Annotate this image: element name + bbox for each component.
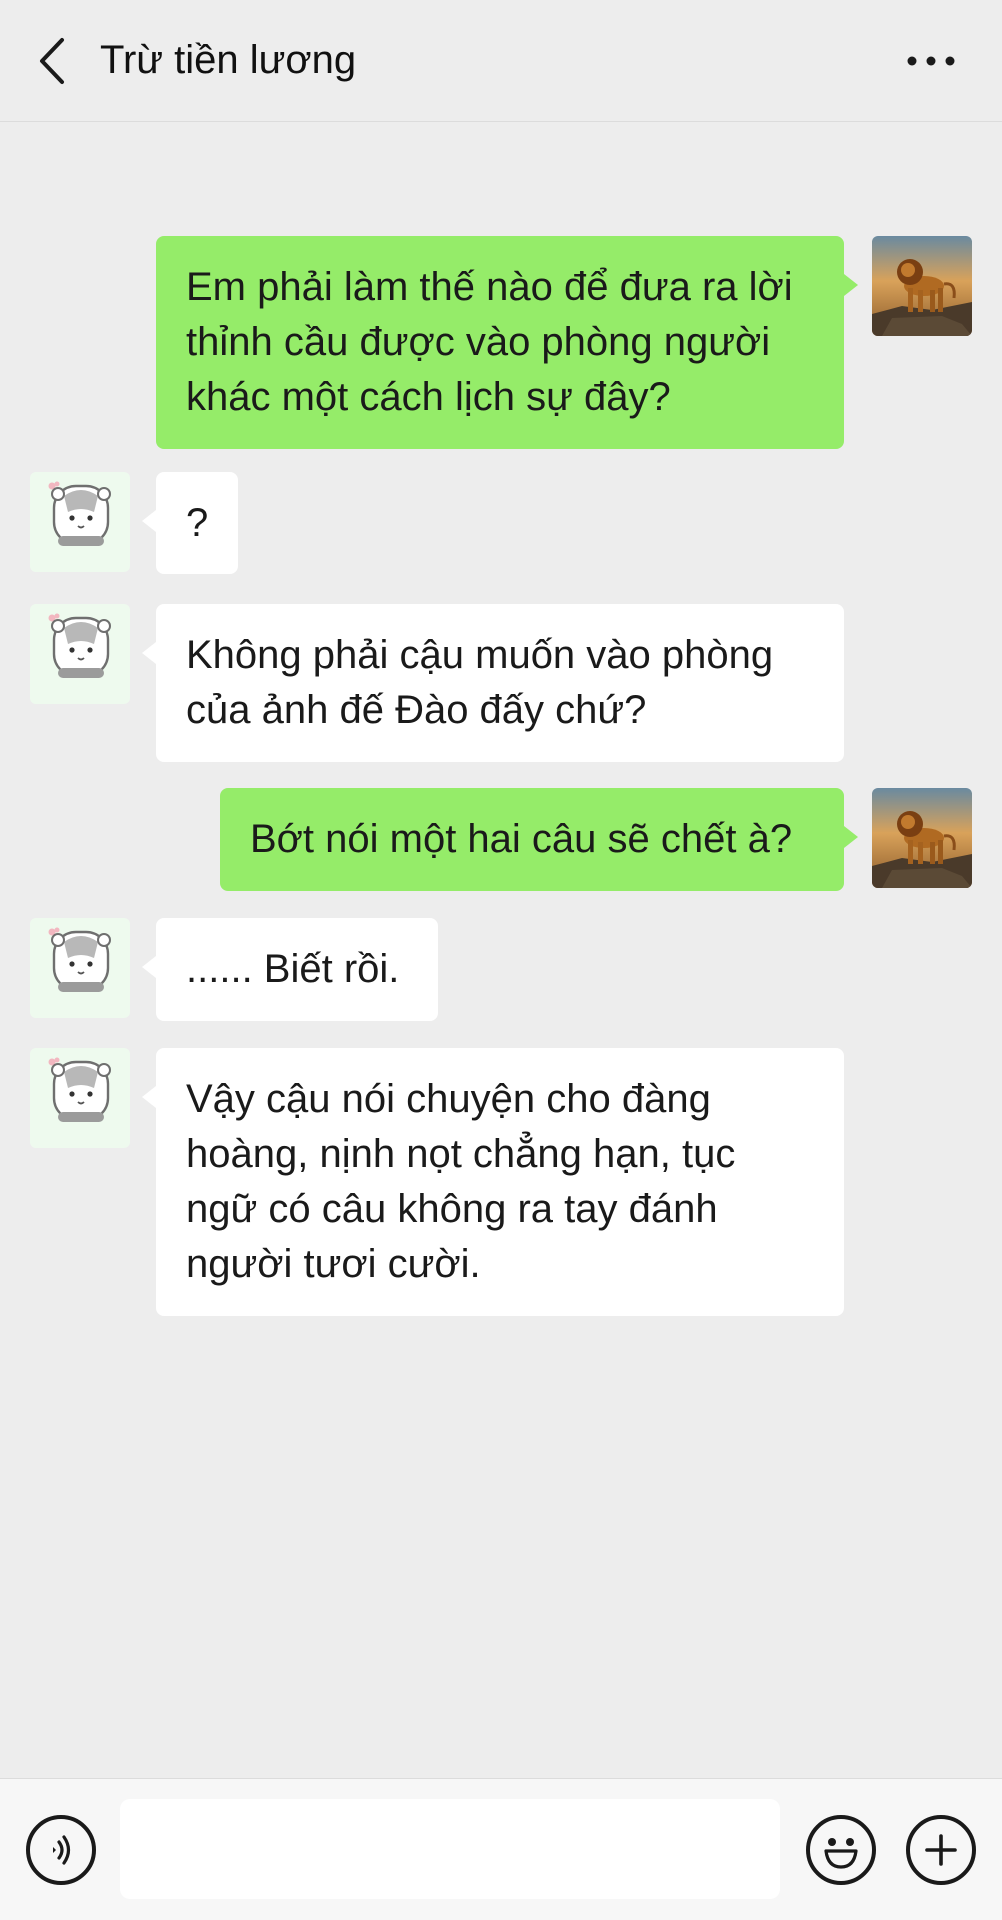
hamster-avatar[interactable] — [30, 1048, 130, 1148]
add-button[interactable] — [906, 1815, 976, 1885]
their-message-bubble[interactable]: Vậy cậu nói chuyện cho đàng hoàng, nịnh … — [142, 1048, 844, 1316]
hamster-avatar[interactable] — [30, 472, 130, 572]
voice-button[interactable] — [26, 1815, 96, 1885]
their-message-bubble[interactable]: ...... Biết rồi. — [142, 918, 438, 1021]
lion-avatar[interactable] — [872, 788, 972, 888]
hamster-avatar[interactable] — [30, 918, 130, 1018]
lion-avatar[interactable] — [872, 236, 972, 336]
my-message-bubble[interactable]: Em phải làm thế nào để đưa ra lời thỉnh … — [156, 236, 858, 449]
chat-header: Trừ tiền lương — [0, 0, 1002, 122]
my-message-bubble[interactable]: Bớt nói một hai câu sẽ chết à? — [220, 788, 858, 891]
emoji-button[interactable] — [806, 1815, 876, 1885]
their-message-bubble[interactable]: ? — [142, 472, 238, 574]
their-message-bubble[interactable]: Không phải cậu muốn vào phòng của ảnh đế… — [142, 604, 844, 762]
message-input[interactable] — [120, 1799, 780, 1899]
back-button[interactable] — [22, 28, 82, 94]
more-dots-icon — [907, 56, 955, 66]
hamster-avatar[interactable] — [30, 604, 130, 704]
more-options-button[interactable] — [892, 28, 970, 94]
plus-icon — [925, 1834, 957, 1866]
chevron-left-icon — [40, 38, 64, 84]
voice-icon — [53, 1835, 71, 1865]
message-input-bar — [0, 1778, 1002, 1920]
chat-title: Trừ tiền lương — [100, 38, 357, 82]
emoji-icon — [824, 1838, 858, 1869]
